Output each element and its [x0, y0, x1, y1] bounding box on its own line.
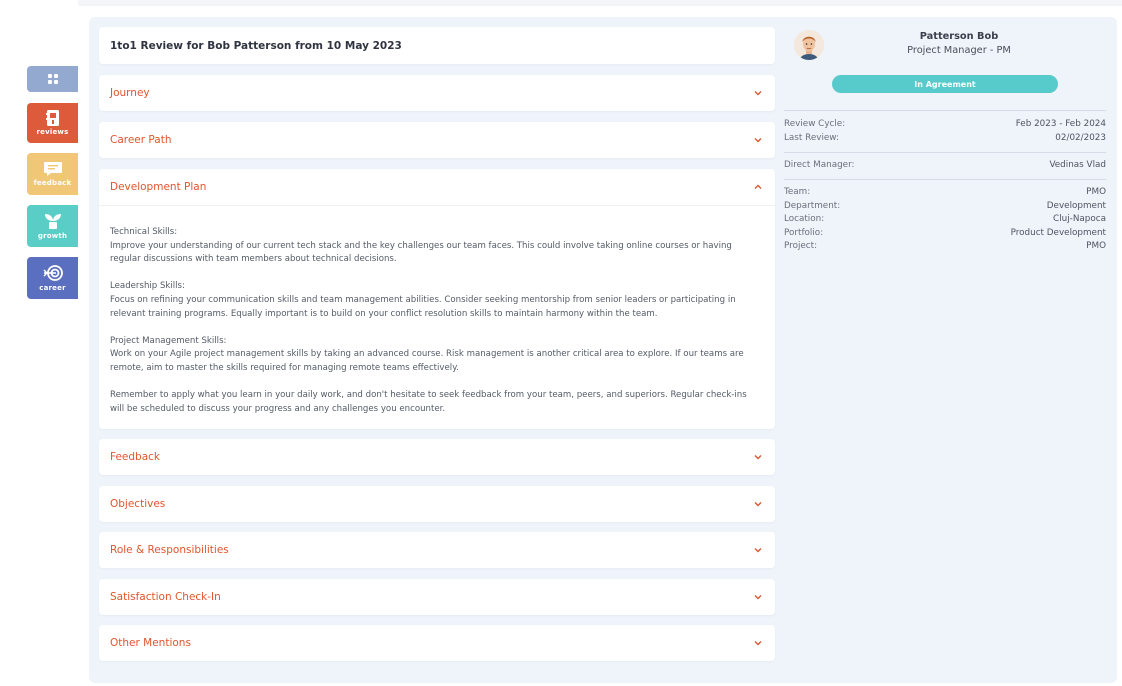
leadership-skills-block: Leadership Skills: Focus on refining you…: [110, 280, 761, 321]
avatar: [794, 30, 824, 60]
review-column: 1to1 Review for Bob Patterson from 10 Ma…: [99, 27, 775, 661]
section-title: Development Plan: [110, 181, 207, 193]
divider: [784, 179, 1106, 180]
info-label: Project:: [784, 241, 818, 252]
sidebar-item-home[interactable]: [27, 66, 78, 92]
info-label: Department:: [784, 200, 841, 211]
info-value: Vedinas Vlad: [1049, 159, 1106, 170]
sidebar-item-label: growth: [37, 232, 68, 240]
info-value: PMO: [1086, 241, 1106, 252]
info-row-team: Team: PMO: [784, 186, 1106, 200]
section-title: Other Mentions: [110, 637, 191, 649]
info-label: Portfolio:: [784, 227, 824, 238]
chevron-up-icon: [754, 184, 762, 189]
chevron-down-icon: [754, 595, 762, 600]
info-row-last-review: Last Review: 02/02/2023: [784, 132, 1106, 146]
document-icon: [45, 110, 59, 126]
page-title: 1to1 Review for Bob Patterson from 10 Ma…: [110, 39, 402, 52]
grid-icon: [47, 74, 58, 84]
sidebar-item-reviews[interactable]: reviews: [27, 103, 78, 143]
development-plan-body: Technical Skills: Improve your understan…: [99, 205, 775, 416]
info-label: Direct Manager:: [784, 159, 855, 170]
section-header-role-responsibilities[interactable]: Role & Responsibilities: [99, 532, 775, 568]
project-management-skills-text: Work on your Agile project management sk…: [110, 349, 744, 373]
section-satisfaction-check-in: Satisfaction Check-In: [99, 579, 775, 615]
info-value: PMO: [1086, 187, 1106, 197]
section-title: Feedback: [110, 451, 161, 463]
info-row-portfolio: Portfolio: Product Development: [784, 227, 1106, 241]
profile-name: Patterson Bob: [919, 31, 999, 42]
status-badge: In Agreement: [832, 75, 1058, 93]
section-header-objectives[interactable]: Objectives: [99, 486, 775, 522]
chat-bubble-icon: [43, 162, 62, 176]
info-label: Team:: [784, 187, 811, 197]
technical-skills-block: Technical Skills: Improve your understan…: [110, 226, 761, 267]
info-row-project: Project: PMO: [784, 240, 1106, 254]
info-row-review-cycle: Review Cycle: Feb 2023 - Feb 2024: [784, 118, 1106, 132]
section-role-responsibilities: Role & Responsibilities: [99, 532, 775, 568]
section-development-plan: Development Plan Technical Skills: Impro…: [99, 169, 775, 429]
leadership-skills-heading: Leadership Skills:: [110, 281, 185, 292]
sidebar-item-growth[interactable]: growth: [27, 205, 78, 247]
sidebar-item-label: feedback: [33, 179, 72, 187]
section-career-path: Career Path: [99, 122, 775, 158]
profile-role: Project Manager - PM: [907, 45, 1011, 56]
section-feedback: Feedback: [99, 439, 775, 475]
info-value: Feb 2023 - Feb 2024: [1015, 119, 1106, 129]
section-title: Journey: [110, 87, 150, 99]
main-panel: 1to1 Review for Bob Patterson from 10 Ma…: [89, 17, 1117, 683]
info-label: Last Review:: [784, 132, 839, 143]
sidebar-item-career[interactable]: career: [27, 257, 78, 299]
sidebar-item-label: reviews: [36, 128, 69, 136]
project-management-skills-heading: Project Management Skills:: [110, 335, 227, 346]
profile-panel: Patterson Bob Project Manager - PM In Ag…: [784, 17, 1107, 317]
section-header-other-mentions[interactable]: Other Mentions: [99, 625, 775, 661]
technical-skills-heading: Technical Skills:: [110, 227, 178, 237]
project-management-skills-block: Project Management Skills: Work on your …: [110, 335, 761, 376]
divider: [784, 152, 1106, 153]
sidebar: reviews feedback growth career: [27, 66, 78, 309]
divider: [784, 110, 1106, 111]
info-value: 02/02/2023: [1055, 132, 1106, 143]
chevron-down-icon: [754, 641, 762, 646]
chevron-down-icon: [754, 548, 762, 553]
technical-skills-text: Improve your understanding of our curren…: [110, 240, 732, 265]
info-row-department: Department: Development: [784, 200, 1106, 214]
section-header-development-plan[interactable]: Development Plan: [99, 169, 775, 205]
sidebar-item-label: career: [39, 284, 66, 292]
section-header-career-path[interactable]: Career Path: [99, 122, 775, 158]
info-row-location: Location: Cluj-Napoca: [784, 213, 1106, 227]
info-label: Review Cycle:: [784, 119, 846, 129]
chevron-down-icon: [754, 91, 762, 96]
closing-note: Remember to apply what you learn in your…: [110, 390, 747, 414]
info-value: Product Development: [1010, 227, 1106, 238]
leadership-skills-text: Focus on refining your communication ski…: [110, 294, 736, 319]
section-header-journey[interactable]: Journey: [99, 75, 775, 111]
review-title-card: 1to1 Review for Bob Patterson from 10 Ma…: [99, 27, 775, 64]
info-label: Location:: [784, 214, 825, 225]
section-journey: Journey: [99, 75, 775, 111]
chevron-down-icon: [754, 455, 762, 460]
section-header-satisfaction-check-in[interactable]: Satisfaction Check-In: [99, 579, 775, 615]
sidebar-item-feedback[interactable]: feedback: [27, 153, 78, 195]
info-value: Cluj-Napoca: [1053, 214, 1106, 225]
chevron-down-icon: [754, 502, 762, 507]
section-title: Career Path: [110, 134, 172, 146]
info-row-direct-manager: Direct Manager: Vedinas Vlad: [784, 159, 1106, 173]
section-title: Role & Responsibilities: [110, 544, 229, 556]
sprout-icon: [44, 214, 61, 229]
top-strip: [78, 0, 1122, 6]
section-title: Satisfaction Check-In: [110, 591, 221, 603]
section-title: Objectives: [110, 498, 166, 510]
section-objectives: Objectives: [99, 486, 775, 522]
section-header-feedback[interactable]: Feedback: [99, 439, 775, 475]
target-icon: [43, 265, 63, 281]
section-other-mentions: Other Mentions: [99, 625, 775, 661]
chevron-down-icon: [754, 138, 762, 143]
info-value: Development: [1046, 200, 1106, 211]
